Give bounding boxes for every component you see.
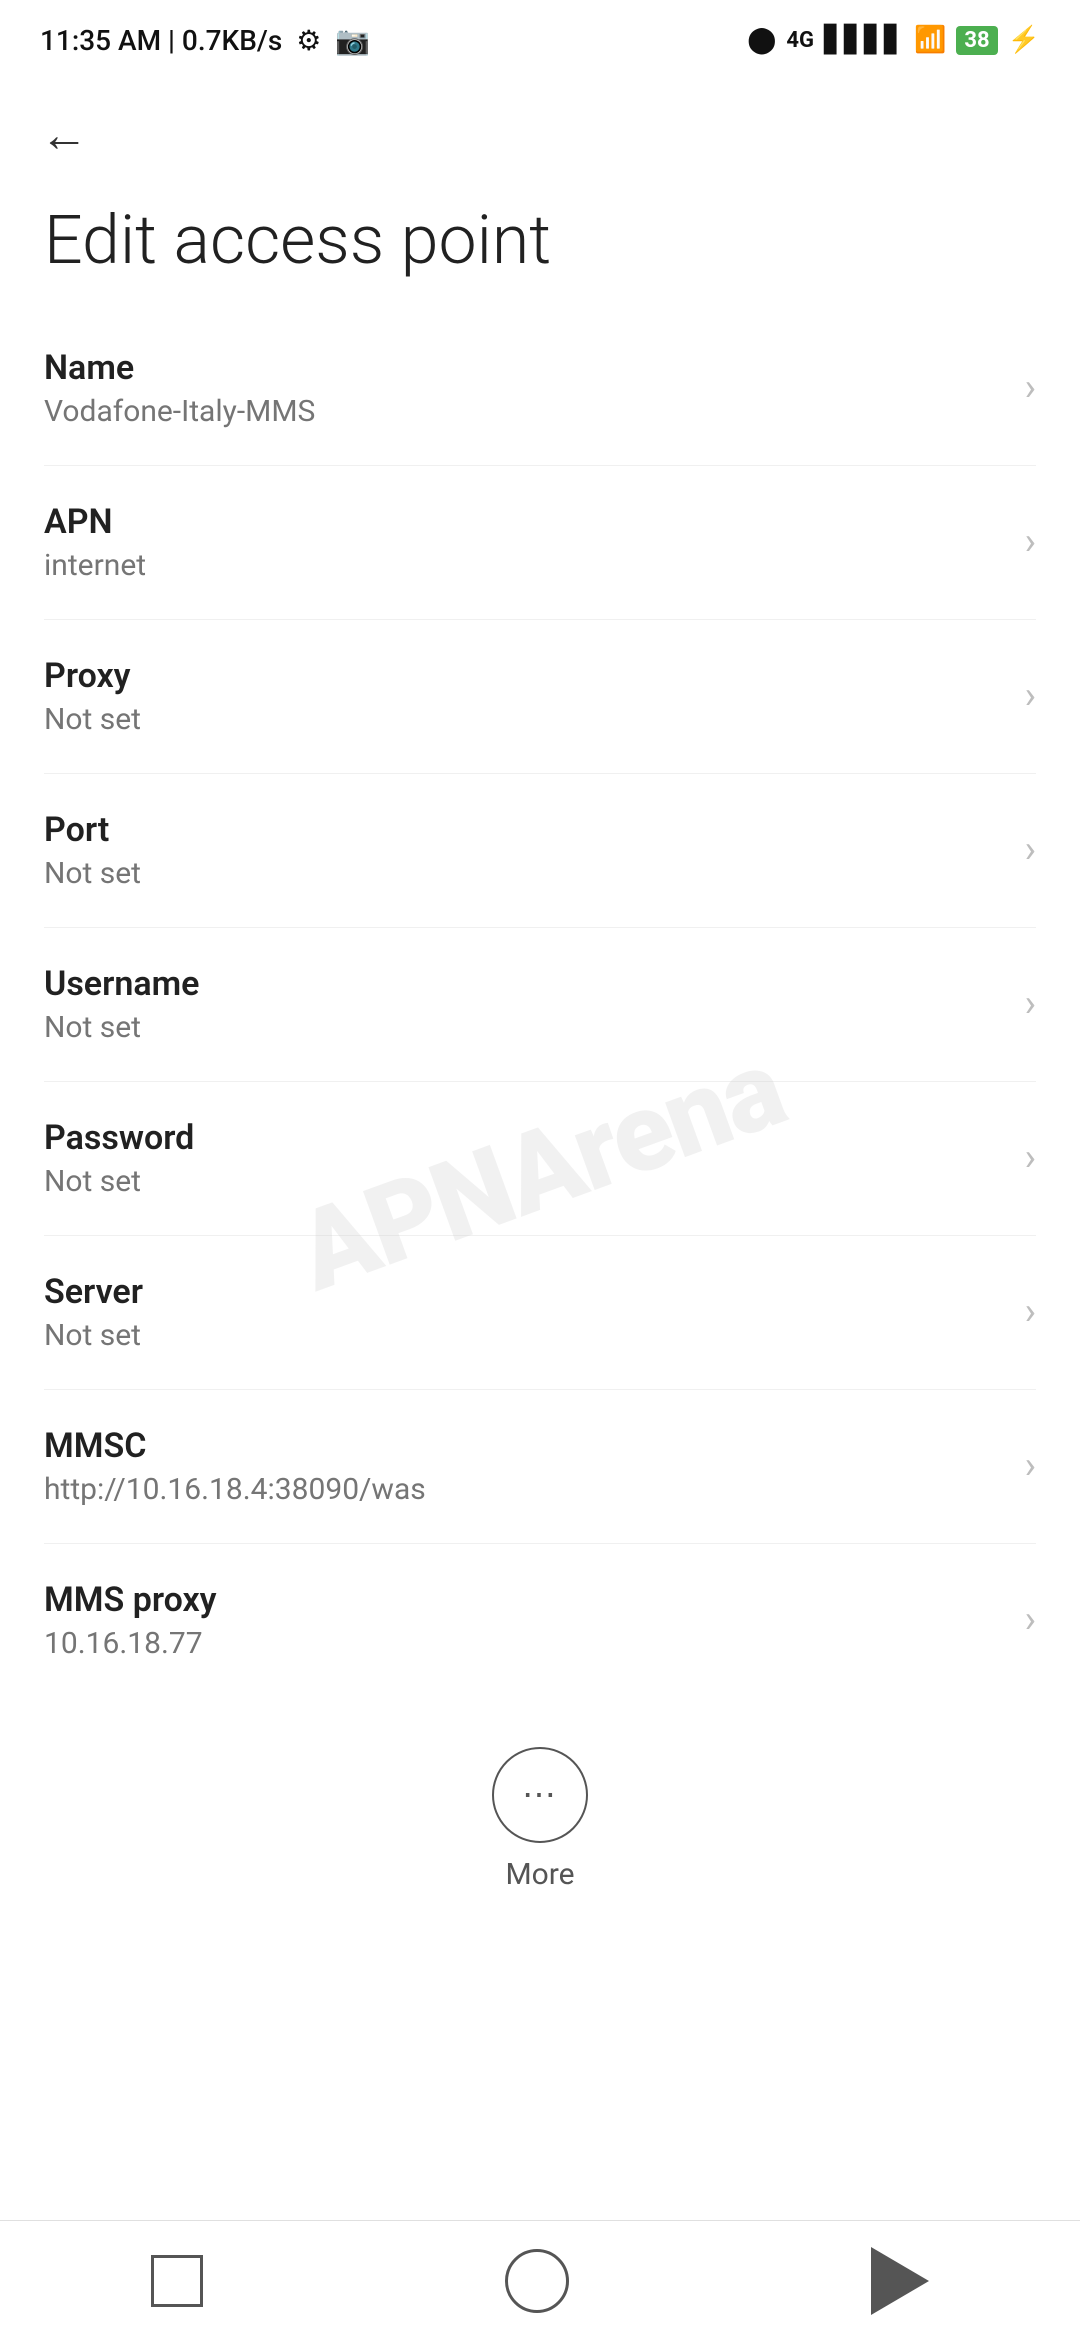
chevron-icon-password: ›	[1025, 1136, 1036, 1180]
chevron-icon-apn: ›	[1025, 520, 1036, 564]
setting-value-proxy: Not set	[44, 702, 1005, 737]
setting-item-mmsc[interactable]: MMSC http://10.16.18.4:38090/was ›	[44, 1390, 1036, 1544]
time-text: 11:35 AM | 0.7KB/s	[40, 24, 282, 57]
settings-icon: ⚙	[296, 24, 321, 57]
chevron-icon-name: ›	[1025, 366, 1036, 410]
setting-label-name: Name	[44, 348, 1005, 388]
setting-item-username[interactable]: Username Not set ›	[44, 928, 1036, 1082]
setting-item-proxy[interactable]: Proxy Not set ›	[44, 620, 1036, 774]
chevron-icon-proxy: ›	[1025, 674, 1036, 718]
more-area: ⋯ More	[0, 1707, 1080, 1912]
status-time: 11:35 AM | 0.7KB/s ⚙ 📷	[40, 24, 370, 57]
signal-bars-icon: ▋▋▋▋	[824, 25, 904, 55]
setting-item-password[interactable]: Password Not set ›	[44, 1082, 1036, 1236]
setting-content-mms-proxy: MMS proxy 10.16.18.77	[44, 1580, 1005, 1661]
status-bar: 11:35 AM | 0.7KB/s ⚙ 📷 ⬤ 4G ▋▋▋▋ 📶 38 ⚡	[0, 0, 1080, 72]
setting-label-proxy: Proxy	[44, 656, 1005, 696]
setting-label-server: Server	[44, 1272, 1005, 1312]
setting-value-apn: internet	[44, 548, 1005, 583]
home-icon	[505, 2249, 569, 2313]
chevron-icon-mms-proxy: ›	[1025, 1598, 1036, 1642]
setting-value-mmsc: http://10.16.18.4:38090/was	[44, 1472, 1005, 1507]
nav-recents-button[interactable]	[151, 2255, 203, 2307]
setting-content-port: Port Not set	[44, 810, 1005, 891]
back-arrow-icon: ←	[40, 109, 88, 162]
setting-label-port: Port	[44, 810, 1005, 850]
bluetooth-icon: ⬤	[747, 25, 776, 55]
nav-back-button[interactable]	[871, 2247, 929, 2315]
setting-value-mms-proxy: 10.16.18.77	[44, 1626, 1005, 1661]
setting-content-server: Server Not set	[44, 1272, 1005, 1353]
setting-value-password: Not set	[44, 1164, 1005, 1199]
video-icon: 📷	[335, 24, 370, 57]
battery-icon: 38	[956, 26, 997, 55]
chevron-icon-username: ›	[1025, 982, 1036, 1026]
setting-label-mmsc: MMSC	[44, 1426, 1005, 1466]
charging-icon: ⚡	[1008, 25, 1040, 55]
setting-label-username: Username	[44, 964, 1005, 1004]
bottom-nav-bar	[0, 2220, 1080, 2340]
setting-content-password: Password Not set	[44, 1118, 1005, 1199]
setting-value-server: Not set	[44, 1318, 1005, 1353]
setting-item-mms-proxy[interactable]: MMS proxy 10.16.18.77 ›	[44, 1544, 1036, 1697]
setting-content-username: Username Not set	[44, 964, 1005, 1045]
setting-item-port[interactable]: Port Not set ›	[44, 774, 1036, 928]
chevron-icon-server: ›	[1025, 1290, 1036, 1334]
setting-value-name: Vodafone-Italy-MMS	[44, 394, 1005, 429]
back-button[interactable]: ←	[30, 102, 98, 170]
back-nav-icon	[871, 2247, 929, 2315]
setting-item-apn[interactable]: APN internet ›	[44, 466, 1036, 620]
settings-list: NameVodafone-Italy-MMS›APNinternet›Proxy…	[0, 312, 1080, 1697]
recents-icon	[151, 2255, 203, 2307]
status-icons: ⬤ 4G ▋▋▋▋ 📶 38 ⚡	[747, 25, 1040, 55]
setting-content-mmsc: MMSC http://10.16.18.4:38090/was	[44, 1426, 1005, 1507]
setting-item-name[interactable]: Name Vodafone-Italy-MMS ›	[44, 312, 1036, 466]
nav-home-button[interactable]	[505, 2249, 569, 2313]
setting-value-port: Not set	[44, 856, 1005, 891]
page-title: Edit access point	[0, 180, 1080, 312]
more-dots-icon: ⋯	[522, 1775, 558, 1815]
setting-label-password: Password	[44, 1118, 1005, 1158]
top-navigation: ←	[0, 72, 1080, 180]
setting-content-proxy: Proxy Not set	[44, 656, 1005, 737]
setting-value-username: Not set	[44, 1010, 1005, 1045]
chevron-icon-mmsc: ›	[1025, 1444, 1036, 1488]
setting-content-name: Name Vodafone-Italy-MMS	[44, 348, 1005, 429]
setting-label-mms-proxy: MMS proxy	[44, 1580, 1005, 1620]
more-label: More	[505, 1857, 574, 1892]
chevron-icon-port: ›	[1025, 828, 1036, 872]
setting-item-server[interactable]: Server Not set ›	[44, 1236, 1036, 1390]
setting-label-apn: APN	[44, 502, 1005, 542]
wifi-icon: 📶	[914, 25, 946, 55]
setting-content-apn: APN internet	[44, 502, 1005, 583]
signal-4g-icon: 4G	[786, 28, 814, 53]
more-button[interactable]: ⋯	[492, 1747, 588, 1843]
